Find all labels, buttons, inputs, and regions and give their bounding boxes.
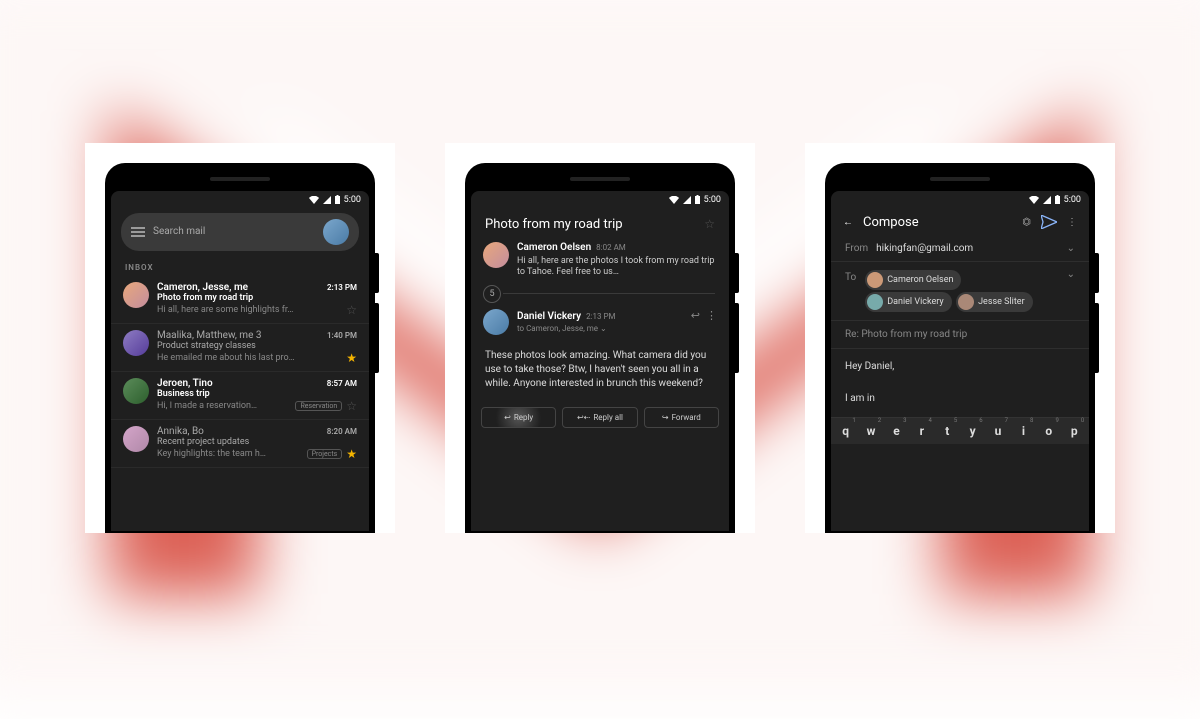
- phone-frame: 5:00 Search mail INBOX Cameron, Jesse, m…: [105, 163, 375, 533]
- chevron-down-icon[interactable]: ⌄: [1067, 243, 1075, 254]
- avatar: [483, 242, 509, 268]
- star-icon[interactable]: ☆: [704, 217, 715, 231]
- reply-all-icon: ↩⇠: [577, 413, 590, 422]
- wifi-icon: [1029, 196, 1039, 204]
- attach-icon[interactable]: ⏣: [1022, 217, 1031, 228]
- avatar: [123, 330, 149, 356]
- avatar: [123, 426, 149, 452]
- back-icon[interactable]: ←: [843, 217, 853, 228]
- battery-icon: [335, 195, 340, 204]
- forward-icon: ↪: [662, 413, 669, 422]
- avatar: [123, 378, 149, 404]
- more-icon[interactable]: ⋮: [1067, 217, 1077, 228]
- reply-button[interactable]: ↩Reply: [481, 407, 556, 428]
- email-row[interactable]: Jeroen, Tino8:57 AM Business trip Hi, I …: [111, 372, 369, 420]
- clock: 5:00: [1064, 195, 1081, 205]
- phone-speaker: [570, 177, 630, 181]
- key-r[interactable]: 4r: [912, 424, 932, 438]
- key-o[interactable]: 9o: [1039, 424, 1059, 438]
- avatar: [483, 309, 509, 335]
- star-icon[interactable]: ★: [346, 447, 357, 461]
- wifi-icon: [309, 196, 319, 204]
- key-p[interactable]: 0p: [1064, 424, 1084, 438]
- battery-icon: [695, 195, 700, 204]
- signal-icon: [323, 196, 331, 204]
- email-row[interactable]: Annika, Bo8:20 AM Recent project updates…: [111, 420, 369, 468]
- key-e[interactable]: 3e: [886, 424, 906, 438]
- recipient-chip[interactable]: Cameron Oelsen: [865, 270, 961, 290]
- smart-chip[interactable]: Projects: [307, 449, 343, 459]
- thread-title: Photo from my road trip: [485, 217, 623, 232]
- keyboard[interactable]: 1q 2w 3e 4r 5t 6y 7u 8i 9o 0p: [831, 417, 1089, 444]
- to-field[interactable]: To Cameron Oelsen Daniel Vickery Jesse S…: [831, 262, 1089, 321]
- star-icon[interactable]: ★: [346, 351, 357, 365]
- screenshot-thread: 5:00 Photo from my road trip ☆ Cameron O…: [445, 143, 755, 533]
- search-bar[interactable]: Search mail: [121, 213, 359, 251]
- star-icon[interactable]: ☆: [346, 303, 357, 317]
- menu-icon[interactable]: [131, 227, 145, 237]
- send-icon[interactable]: [1041, 215, 1057, 229]
- status-bar: 5:00: [111, 191, 369, 209]
- wifi-icon: [669, 196, 679, 204]
- screenshot-compose: 5:00 ← Compose ⏣ ⋮ From hikingfan@gmail.…: [805, 143, 1115, 533]
- from-field[interactable]: From hikingfan@gmail.com ⌄: [831, 236, 1089, 262]
- key-q[interactable]: 1q: [836, 424, 856, 438]
- battery-icon: [1055, 195, 1060, 204]
- key-u[interactable]: 7u: [988, 424, 1008, 438]
- recipient-chip[interactable]: Daniel Vickery: [865, 292, 951, 312]
- email-row[interactable]: Maalika, Matthew, me 31:40 PM Product st…: [111, 324, 369, 372]
- recipient-chip[interactable]: Jesse Sliter: [956, 292, 1033, 312]
- key-t[interactable]: 5t: [937, 424, 957, 438]
- phone-speaker: [930, 177, 990, 181]
- more-icon[interactable]: ⋮: [706, 309, 717, 322]
- status-bar: 5:00: [831, 191, 1089, 209]
- section-label: INBOX: [111, 259, 369, 276]
- compose-title: Compose: [863, 215, 1012, 230]
- chevron-down-icon[interactable]: ⌄: [1067, 269, 1075, 280]
- phone-frame: 5:00 Photo from my road trip ☆ Cameron O…: [465, 163, 735, 533]
- key-y[interactable]: 6y: [963, 424, 983, 438]
- star-icon[interactable]: ☆: [346, 399, 357, 413]
- email-row[interactable]: Cameron, Jesse, me2:13 PM Photo from my …: [111, 276, 369, 324]
- search-placeholder: Search mail: [153, 226, 205, 237]
- avatar: [123, 282, 149, 308]
- reply-icon[interactable]: ↩: [691, 309, 700, 322]
- signal-icon: [1043, 196, 1051, 204]
- compose-body[interactable]: Hey Daniel, I am in: [831, 349, 1089, 417]
- subject-field[interactable]: Re: Photo from my road trip: [831, 321, 1089, 349]
- signal-icon: [683, 196, 691, 204]
- key-i[interactable]: 8i: [1013, 424, 1033, 438]
- message-collapsed[interactable]: Cameron Oelsen8:02 AM Hi all, here are t…: [471, 236, 729, 285]
- chevron-down-icon[interactable]: ⌄: [600, 324, 607, 333]
- status-bar: 5:00: [471, 191, 729, 209]
- forward-button[interactable]: ↪Forward: [644, 407, 719, 428]
- reply-all-button[interactable]: ↩⇠Reply all: [562, 407, 637, 428]
- key-w[interactable]: 2w: [861, 424, 881, 438]
- phone-speaker: [210, 177, 270, 181]
- clock: 5:00: [704, 195, 721, 205]
- phone-frame: 5:00 ← Compose ⏣ ⋮ From hikingfan@gmail.…: [825, 163, 1095, 533]
- collapsed-messages[interactable]: 5: [471, 285, 729, 303]
- screenshot-inbox: 5:00 Search mail INBOX Cameron, Jesse, m…: [85, 143, 395, 533]
- message-expanded[interactable]: Daniel Vickery 2:13 PM ↩ ⋮ to Cameron, J…: [471, 303, 729, 341]
- smart-chip[interactable]: Reservation: [295, 401, 342, 411]
- avatar[interactable]: [323, 219, 349, 245]
- clock: 5:00: [344, 195, 361, 205]
- reply-icon: ↩: [504, 413, 511, 422]
- message-body: These photos look amazing. What camera d…: [471, 341, 729, 399]
